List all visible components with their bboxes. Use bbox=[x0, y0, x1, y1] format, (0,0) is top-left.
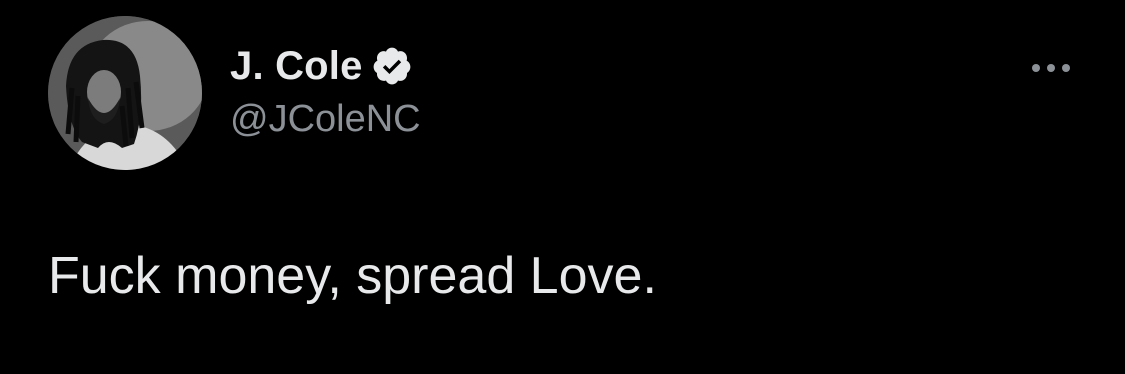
author-handle[interactable]: @JColeNC bbox=[230, 98, 421, 141]
avatar[interactable] bbox=[48, 16, 202, 170]
tweet-text: Fuck money, spread Love. bbox=[48, 247, 657, 305]
verified-badge-icon bbox=[371, 45, 413, 87]
author-name-row[interactable]: J. Cole bbox=[230, 42, 413, 90]
avatar-photo bbox=[48, 16, 202, 170]
tweet-card[interactable]: J. Cole @JColeNC Fuck money, spread Love… bbox=[0, 0, 1125, 374]
display-name[interactable]: J. Cole bbox=[230, 44, 363, 89]
more-horizontal-icon[interactable] bbox=[1028, 58, 1074, 78]
